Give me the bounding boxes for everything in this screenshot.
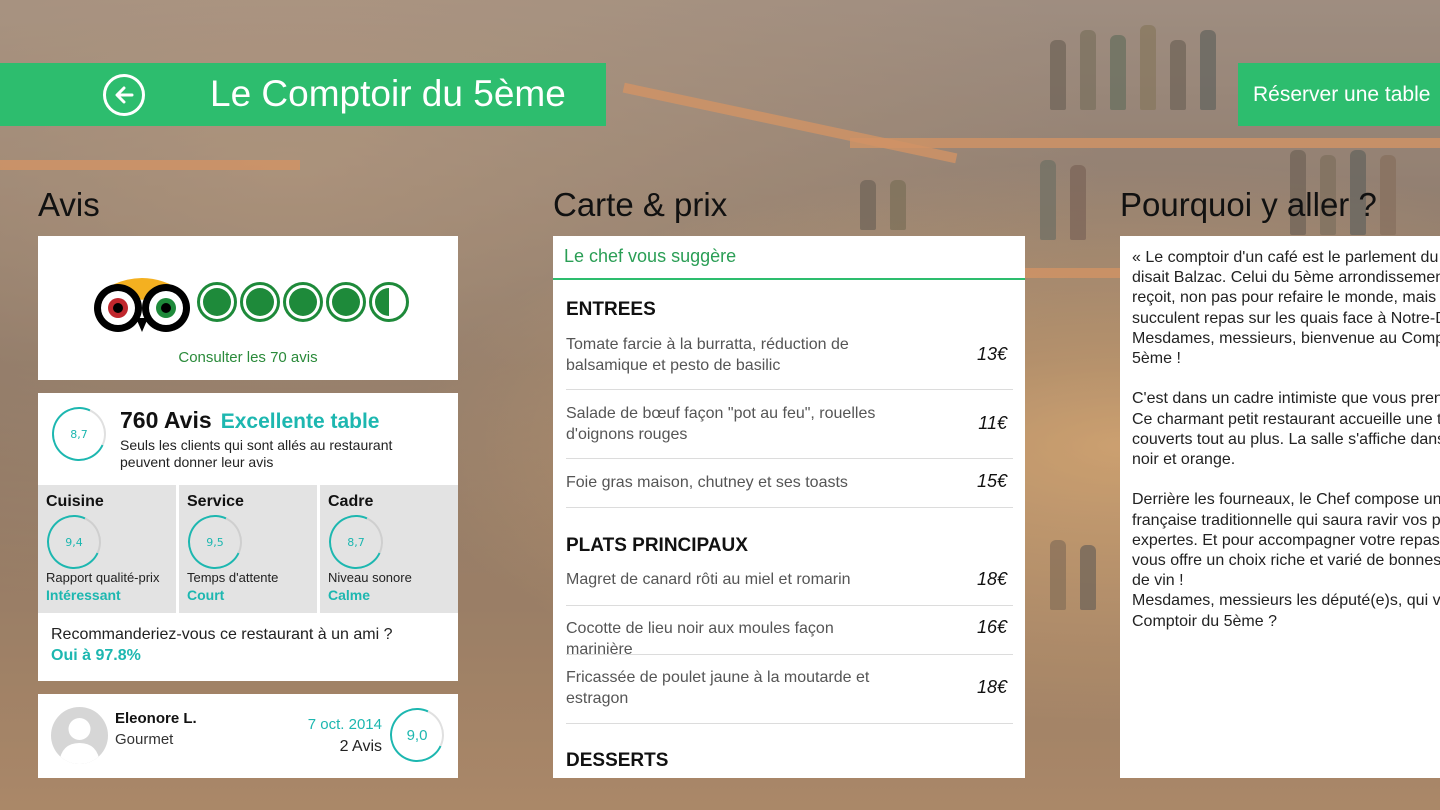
tripadvisor-rating (90, 270, 409, 334)
summary-description: Seuls les clients qui sont allés au rest… (120, 437, 393, 470)
menu-item-name: Fricassée de poulet jaune à la moutarde … (566, 669, 870, 707)
criterion-score: 8,7 (347, 535, 365, 549)
menu-item-name: Cocotte de lieu noir aux moules façon ma… (566, 620, 834, 658)
menu-card: Le chef vous suggère ENTREES Tomate farc… (553, 236, 1025, 778)
why-go-text: « Le comptoir d'un café est le parlement… (1132, 249, 1440, 630)
rating-bubble-icon (240, 282, 280, 322)
criterion-score: 9,4 (65, 535, 83, 549)
menu-section-title: DESSERTS (566, 750, 669, 771)
criterion-title: Cadre (328, 493, 374, 510)
menu-item-price: 11€ (978, 413, 1007, 433)
rating-bubble-icon (326, 282, 366, 322)
tripadvisor-card[interactable]: Consulter les 70 avis (38, 236, 458, 380)
review-count-line: 760 Avis Excellente table (120, 407, 379, 434)
menu-item-price: 15€ (976, 471, 1007, 491)
review-score: 9,0 (406, 726, 428, 744)
menu-item-name: Foie gras maison, chutney et ses toasts (566, 474, 848, 491)
back-button[interactable] (103, 74, 145, 116)
menu-item-name: Salade de bœuf façon "pot au feu", rouel… (566, 405, 876, 443)
criteria-row: Cuisine 9,4 Rapport qualité-prix Intéres… (38, 485, 458, 613)
menu-item: Cocotte de lieu noir aux moules façon ma… (566, 606, 1013, 658)
menu-item-price: 16€ (976, 617, 1007, 637)
reviews-summary-card: 8,7 760 Avis Excellente table Seuls les … (38, 393, 458, 681)
back-arrow-icon (115, 86, 134, 104)
reviewer-review-count: 2 Avis (339, 738, 382, 755)
criterion-title: Cuisine (46, 493, 104, 510)
criterion-value: Court (187, 587, 225, 603)
criterion-value: Calme (328, 587, 371, 603)
criterion-score: 9,5 (206, 535, 224, 549)
section-heading-carte: Carte & prix (553, 186, 728, 223)
reviewer-type: Gourmet (115, 731, 174, 748)
menu-section-title: ENTREES (566, 299, 656, 320)
quality-label: Excellente table (220, 410, 380, 433)
criterion-cadre: Cadre 8,7 Niveau sonore Calme (320, 485, 458, 613)
section-heading-pourquoi: Pourquoi y aller ? (1120, 186, 1377, 223)
criterion-service: Service 9,5 Temps d'attente Court (179, 485, 317, 613)
menu-item-price: 18€ (976, 569, 1007, 589)
menu-item: Tomate farcie à la burratta, réduction d… (566, 333, 1013, 390)
page-title: Le Comptoir du 5ème (210, 73, 566, 114)
menu-item: Salade de bœuf façon "pot au feu", rouel… (566, 390, 1013, 459)
menu-item: Fricassée de poulet jaune à la moutarde … (566, 655, 1013, 724)
criterion-cuisine: Cuisine 9,4 Rapport qualité-prix Intéres… (38, 485, 176, 613)
rating-bubble-icon (283, 282, 323, 322)
menu-item: Foie gras maison, chutney et ses toasts … (566, 459, 1013, 508)
review-date: 7 oct. 2014 (307, 716, 382, 733)
avatar (51, 707, 108, 764)
menu-item: Magret de canard rôti au miel et romarin… (566, 569, 1013, 606)
consult-reviews-link[interactable]: Consulter les 70 avis (38, 349, 458, 366)
menu-item-name: Tomate farcie à la burratta, réduction d… (566, 336, 849, 374)
recommend-answer: Oui à 97.8% (51, 647, 141, 664)
menu-section-title: PLATS PRINCIPAUX (566, 535, 748, 556)
criterion-title: Service (187, 493, 244, 510)
reserve-table-button[interactable]: Réserver une table (1238, 63, 1440, 126)
rating-half-bubble-icon (369, 282, 409, 322)
tab-chef-suggestions[interactable]: Le chef vous suggère (553, 236, 1025, 280)
user-silhouette-icon (59, 718, 100, 764)
reviewer-name: Eleonore L. (115, 710, 197, 727)
criterion-value: Intéressant (46, 587, 121, 603)
tripadvisor-owl-icon (94, 278, 190, 332)
criterion-label: Rapport qualité-prix (46, 570, 160, 585)
rating-bubble-icon (197, 282, 237, 322)
title-bar: Le Comptoir du 5ème (0, 63, 606, 126)
tab-label: Le chef vous suggère (564, 246, 737, 266)
review-card[interactable]: Eleonore L. Gourmet 7 oct. 2014 2 Avis 9… (38, 694, 458, 778)
overall-score: 8,7 (70, 427, 88, 441)
review-count: 760 Avis (120, 407, 212, 433)
menu-item-name: Magret de canard rôti au miel et romarin (566, 571, 851, 588)
section-heading-avis: Avis (38, 186, 100, 223)
why-go-card: « Le comptoir d'un café est le parlement… (1120, 236, 1440, 778)
menu-item-price: 13€ (976, 344, 1007, 364)
criterion-label: Niveau sonore (328, 570, 412, 585)
criterion-label: Temps d'attente (187, 570, 279, 585)
menu-item-price: 18€ (976, 677, 1007, 697)
recommend-question: Recommanderiez-vous ce restaurant à un a… (51, 626, 393, 643)
